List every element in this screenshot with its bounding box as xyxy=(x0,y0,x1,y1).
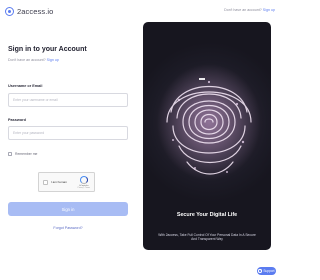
support-label: Support xyxy=(263,269,275,273)
logo-text: 2access.io xyxy=(17,7,54,16)
username-label: Username or Email xyxy=(8,84,43,88)
remember-me[interactable]: Remember me xyxy=(8,152,37,156)
hero-description: With 2access, Take Full Control Of Your … xyxy=(158,233,256,242)
support-button[interactable]: ? Support xyxy=(257,267,276,275)
signin-form: Sign in to your Account Don't have an ac… xyxy=(8,46,128,230)
captcha-widget: I am human hCaptcha Privacy - Terms xyxy=(38,172,95,192)
forgot-password-link[interactable]: Forgot Password? xyxy=(8,226,128,230)
form-signup-prompt: Don't have an account? Sign up xyxy=(8,58,128,62)
captcha-icon xyxy=(79,176,88,184)
captcha-label: I am human xyxy=(51,180,67,184)
logo-icon xyxy=(5,7,14,16)
header-signup-prompt: Don't have an account? xyxy=(224,8,262,12)
question-icon: ? xyxy=(258,269,262,273)
page-title: Sign in to your Account xyxy=(8,46,87,53)
form-signup-text: Don't have an account? xyxy=(8,58,46,62)
captcha-logo: hCaptcha Privacy - Terms xyxy=(78,176,90,189)
hero-title: Secure Your Digital Life xyxy=(176,212,238,218)
captcha-checkbox[interactable] xyxy=(43,179,48,185)
header-signup: Don't have an account? Sign up xyxy=(224,8,275,12)
form-signup-link[interactable]: Sign up xyxy=(47,58,59,62)
remember-checkbox[interactable] xyxy=(8,152,12,156)
signin-button[interactable]: Sign in xyxy=(8,202,128,216)
captcha-links[interactable]: Privacy - Terms xyxy=(78,187,90,189)
password-input[interactable] xyxy=(8,126,128,140)
remember-label: Remember me xyxy=(15,152,38,156)
header-signup-link[interactable]: Sign up xyxy=(263,8,275,12)
password-label: Password xyxy=(8,118,26,122)
username-input[interactable] xyxy=(8,93,128,107)
hero-panel: Secure Your Digital Life With 2access, T… xyxy=(143,22,271,250)
logo[interactable]: 2access.io xyxy=(5,7,53,16)
